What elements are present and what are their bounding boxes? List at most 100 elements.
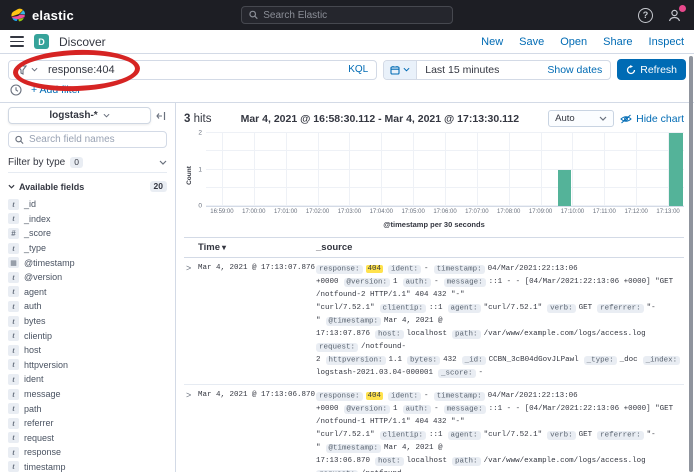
- menu-icon[interactable]: [10, 36, 24, 47]
- brand-name: elastic: [32, 8, 74, 23]
- available-fields-header[interactable]: Available fields 20: [8, 181, 167, 192]
- source-field-chip: referrer:: [597, 304, 644, 313]
- expand-row-icon[interactable]: >: [184, 263, 198, 380]
- field-item-bytes[interactable]: tbytes: [8, 314, 167, 329]
- field-item-message[interactable]: tmessage: [8, 387, 167, 402]
- field-item-_type[interactable]: t_type: [8, 241, 167, 256]
- source-field-chip: agent:: [448, 431, 481, 440]
- histogram-bar[interactable]: [669, 133, 683, 206]
- source-value: "curl/7.52.1": [484, 304, 543, 312]
- source-field-chip: timestamp:: [434, 392, 485, 401]
- source-column-header: _source: [316, 242, 352, 253]
- sort-desc-icon[interactable]: ▾: [222, 243, 226, 252]
- field-item-response[interactable]: tresponse: [8, 445, 167, 460]
- field-item-httpversion[interactable]: thttpversion: [8, 358, 167, 373]
- field-search-input[interactable]: [29, 134, 160, 145]
- row-time: Mar 4, 2021 @ 17:13:06.870: [198, 390, 316, 472]
- source-value: GET: [579, 304, 593, 312]
- field-name: referrer: [24, 418, 54, 428]
- field-name: message: [24, 389, 61, 399]
- add-filter-link[interactable]: + Add filter: [31, 84, 81, 96]
- field-item-path[interactable]: tpath: [8, 401, 167, 416]
- filter-by-type[interactable]: Filter by type 0: [8, 156, 167, 173]
- breadcrumb[interactable]: Discover: [59, 35, 106, 49]
- time-range-label[interactable]: Last 15 minutes: [417, 64, 547, 76]
- elastic-logo[interactable]: elastic: [10, 7, 74, 23]
- field-item-request[interactable]: t request: [8, 431, 167, 446]
- index-pattern-select[interactable]: logstash-*: [8, 107, 151, 124]
- gridline: [477, 133, 478, 206]
- refresh-button[interactable]: Refresh: [617, 59, 686, 80]
- query-input[interactable]: response:404 KQL: [8, 60, 377, 80]
- filter-count-badge: 0: [70, 157, 83, 168]
- string-type-icon: t: [8, 374, 19, 385]
- gridline: [254, 133, 255, 206]
- field-item-referrer[interactable]: t referrer: [8, 416, 167, 431]
- field-item-ident[interactable]: tident: [8, 372, 167, 387]
- chevron-down-icon: [103, 113, 110, 118]
- field-item-@timestamp[interactable]: ▦@timestamp: [8, 255, 167, 270]
- nav-link-open[interactable]: Open: [560, 36, 587, 48]
- string-type-icon: t: [8, 345, 19, 356]
- source-field-chip: path:: [452, 457, 481, 466]
- source-value: "curl/7.52.1": [484, 431, 543, 439]
- field-item-_index[interactable]: t_index: [8, 212, 167, 227]
- source-value: -: [424, 392, 429, 400]
- source-field-chip: _type:: [584, 356, 617, 365]
- nav-link-share[interactable]: Share: [603, 36, 632, 48]
- time-column-header[interactable]: Time▾: [198, 242, 316, 253]
- field-name: host: [24, 345, 41, 355]
- field-item-_score[interactable]: #_score: [8, 226, 167, 241]
- string-type-icon: t: [8, 418, 19, 429]
- gridline: [541, 133, 542, 206]
- source-field-chip: verb:: [547, 431, 576, 440]
- saved-query-clock-icon[interactable]: [10, 84, 22, 96]
- x-axis-title: @timestamp per 30 seconds: [184, 220, 684, 229]
- filter-by-type-label: Filter by type: [8, 157, 65, 168]
- source-field-chip: message:: [444, 405, 486, 414]
- nav-link-save[interactable]: Save: [519, 36, 544, 48]
- documents-table: Time▾ _source >Mar 4, 2021 @ 17:13:07.87…: [184, 237, 684, 472]
- hide-chart-link[interactable]: Hide chart: [620, 113, 684, 125]
- field-name: @timestamp: [24, 258, 75, 268]
- field-name: path: [24, 404, 42, 414]
- table-row: >Mar 4, 2021 @ 17:13:07.876response:404i…: [184, 258, 684, 385]
- field-name: @version: [24, 272, 62, 282]
- source-field-chip: _score:: [438, 369, 476, 378]
- expand-row-icon[interactable]: >: [184, 390, 198, 472]
- nav-link-new[interactable]: New: [481, 36, 503, 48]
- interval-select[interactable]: Auto: [548, 110, 614, 127]
- show-dates-link[interactable]: Show dates: [547, 64, 610, 76]
- user-avatar[interactable]: [667, 8, 684, 23]
- help-icon[interactable]: ?: [638, 8, 653, 23]
- field-item-auth[interactable]: tauth: [8, 299, 167, 314]
- chevron-down-icon: [31, 67, 38, 72]
- query-language-label[interactable]: KQL: [340, 64, 368, 75]
- histogram-plot-area[interactable]: 012: [206, 133, 684, 207]
- source-field-chip: @timestamp:: [326, 317, 382, 326]
- quick-select-button[interactable]: [384, 61, 417, 79]
- source-field-chip: agent:: [448, 304, 481, 313]
- gridline: [413, 133, 414, 206]
- global-search-box[interactable]: [241, 6, 453, 24]
- histogram-bar[interactable]: [558, 170, 572, 207]
- field-item-timestamp[interactable]: ttimestamp: [8, 460, 167, 472]
- index-pattern-label: logstash-*: [49, 110, 97, 121]
- field-item-_id[interactable]: t_id: [8, 197, 167, 212]
- nav-link-inspect[interactable]: Inspect: [649, 36, 684, 48]
- global-search-input[interactable]: [263, 10, 445, 21]
- field-item-agent[interactable]: tagent: [8, 285, 167, 300]
- collapse-sidebar-icon[interactable]: [155, 111, 167, 121]
- source-field-chip: path:: [452, 330, 481, 339]
- field-name: clientip: [24, 331, 52, 341]
- field-search-box[interactable]: [8, 131, 167, 148]
- interval-value: Auto: [555, 113, 575, 124]
- source-value-highlighted: 404: [366, 392, 384, 400]
- scrollbar-thumb[interactable]: [689, 56, 693, 472]
- field-name: request: [24, 433, 54, 443]
- field-item-clientip[interactable]: tclientip: [8, 328, 167, 343]
- field-name: timestamp: [24, 462, 66, 472]
- field-item-host[interactable]: thost: [8, 343, 167, 358]
- field-item-@version[interactable]: t@version: [8, 270, 167, 285]
- string-type-icon: t: [8, 432, 19, 443]
